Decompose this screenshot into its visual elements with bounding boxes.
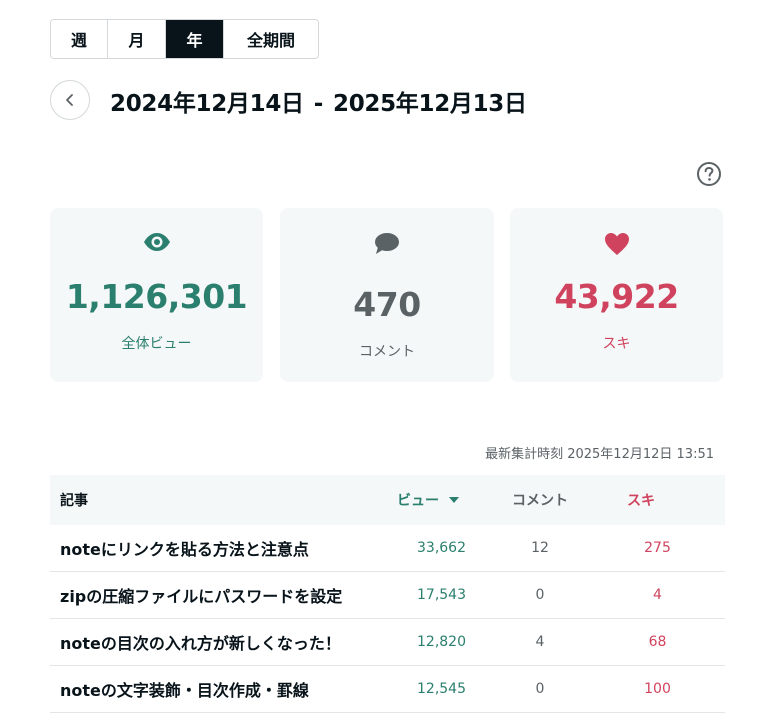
article-likes: 275 [644,540,671,556]
total-views-value: 1,126,301 [65,277,248,316]
likes-label: スキ [602,336,631,352]
article-comments: 4 [535,634,545,650]
table-row: noteの文字装飾・目次作成・罫線 12,545 0 100 [50,666,725,713]
comments-card: 470 コメント [280,208,494,382]
table-header: 記事 ビュー コメント スキ [50,475,725,525]
table-row: noteにリンクを貼る方法と注意点 33,662 12 275 [50,525,725,572]
article-title-link[interactable]: zipの圧縮ファイルにパスワードを設定 [50,583,380,607]
last-updated-text: 最新集計時刻 2025年12月12日 13:51 [485,447,714,462]
article-likes: 4 [653,587,662,603]
sort-down-icon [449,497,459,503]
comments-label: コメント [359,344,415,360]
article-comments: 0 [535,587,545,603]
article-comments: 12 [531,540,549,556]
article-views: 12,820 [417,634,466,650]
date-separator: - [313,91,324,117]
article-likes: 100 [644,681,671,697]
header-likes: スキ [627,493,655,509]
comments-value: 470 [353,285,421,324]
tab-week[interactable]: 週 [51,20,108,58]
article-views: 17,543 [417,587,466,603]
heart-icon [604,233,629,255]
tab-year[interactable]: 年 [166,20,224,58]
article-title-link[interactable]: noteの目次の入れ方が新しくなった！ [50,630,380,654]
date-range: 2024年12月14日 -2025年12月13日 [110,84,527,118]
article-likes: 68 [648,634,667,650]
tab-month[interactable]: 月 [108,20,166,58]
previous-period-button[interactable] [50,80,90,120]
date-end: 2025年12月13日 [332,91,527,117]
article-title-link[interactable]: noteにリンクを貼る方法と注意点 [50,536,380,560]
articles-table: 記事 ビュー コメント スキ noteにリンクを貼る方法と注意点 33,662 … [50,475,725,713]
article-title-link[interactable]: noteの文字装飾・目次作成・罫線 [50,677,380,701]
chevron-left-icon [66,94,73,106]
help-icon[interactable] [696,161,722,187]
speech-bubble-icon [375,233,399,254]
table-row: zipの圧縮ファイルにパスワードを設定 17,543 0 4 [50,572,725,619]
likes-card: 43,922 スキ [510,208,723,382]
article-views: 33,662 [417,540,466,556]
total-views-card: 1,126,301 全体ビュー [50,208,263,382]
header-views-sort[interactable]: ビュー [380,490,490,510]
period-tabs: 週 月 年 全期間 [50,19,319,59]
tab-all-time[interactable]: 全期間 [224,20,318,58]
article-views: 12,545 [417,681,466,697]
date-start: 2024年12月14日 [110,91,304,117]
eye-icon [143,233,170,251]
likes-value: 43,922 [554,277,679,316]
table-row: noteの目次の入れ方が新しくなった！ 12,820 4 68 [50,619,725,666]
article-comments: 0 [535,681,545,697]
header-article: 記事 [60,493,88,509]
total-views-label: 全体ビュー [121,336,192,352]
header-views-label: ビュー [397,493,439,509]
header-comments: コメント [512,493,568,509]
